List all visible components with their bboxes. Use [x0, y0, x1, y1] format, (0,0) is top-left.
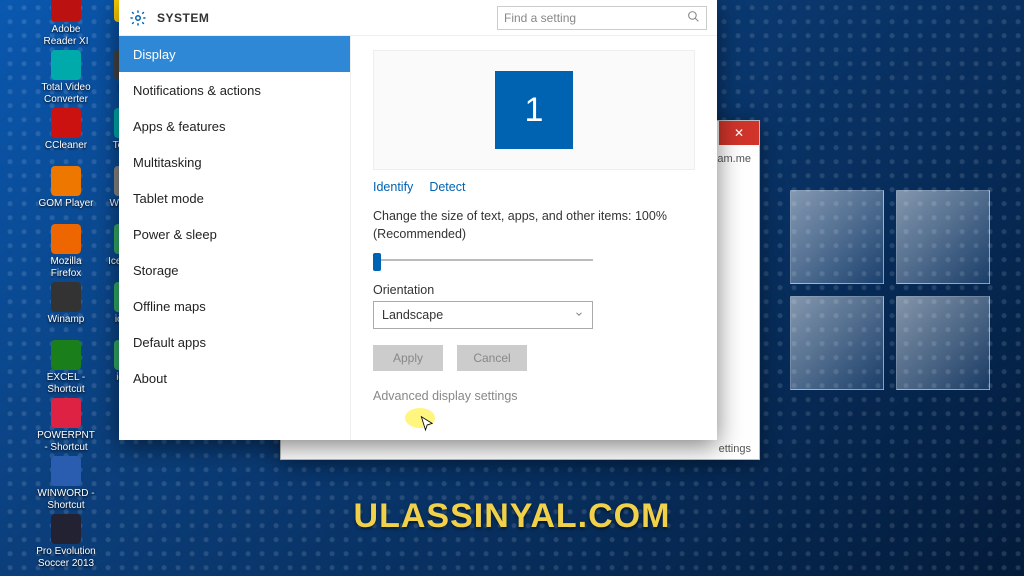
settings-sidebar: DisplayNotifications & actionsApps & fea…	[119, 36, 351, 440]
desktop-icon-label: Winamp	[35, 314, 97, 326]
orientation-dropdown[interactable]: Landscape	[373, 301, 593, 329]
desktop-icon-label: EXCEL - Shortcut	[35, 372, 97, 395]
advanced-display-settings-link[interactable]: Advanced display settings	[373, 389, 695, 403]
sidebar-item-storage[interactable]: Storage	[119, 252, 350, 288]
gear-icon	[129, 9, 147, 27]
monitor-preview-area: 1	[373, 50, 695, 170]
sidebar-item-tablet-mode[interactable]: Tablet mode	[119, 180, 350, 216]
window-title: SYSTEM	[157, 11, 209, 25]
sidebar-item-power-sleep[interactable]: Power & sleep	[119, 216, 350, 252]
sidebar-item-default-apps[interactable]: Default apps	[119, 324, 350, 360]
apply-button[interactable]: Apply	[373, 345, 443, 371]
sidebar-item-notifications-actions[interactable]: Notifications & actions	[119, 72, 350, 108]
sidebar-item-apps-features[interactable]: Apps & features	[119, 108, 350, 144]
scale-label: Change the size of text, apps, and other…	[373, 208, 695, 243]
identify-link[interactable]: Identify	[373, 180, 413, 194]
monitor-1[interactable]: 1	[495, 71, 573, 149]
close-button[interactable]: ✕	[719, 121, 759, 145]
sidebar-item-multitasking[interactable]: Multitasking	[119, 144, 350, 180]
desktop-icon-label: GOM Player	[35, 198, 97, 210]
desktop-icon[interactable]: GOM Player	[35, 166, 97, 210]
desktop-icon-label: Pro Evolution Soccer 2013	[35, 546, 97, 569]
settings-window: SYSTEM Find a setting DisplayNotificatio…	[119, 0, 717, 440]
bg-url-fragment: am.me	[717, 153, 751, 165]
search-icon	[687, 10, 700, 26]
titlebar: SYSTEM Find a setting	[119, 0, 717, 36]
desktop-icon-label: CCleaner	[35, 140, 97, 152]
desktop-icon-label: Mozilla Firefox	[35, 256, 97, 279]
desktop-icon-label: POWERPNT - Shortcut	[35, 430, 97, 453]
desktop-icon[interactable]: Mozilla Firefox	[35, 224, 97, 279]
search-input[interactable]: Find a setting	[497, 6, 707, 30]
sidebar-item-offline-maps[interactable]: Offline maps	[119, 288, 350, 324]
cancel-button[interactable]: Cancel	[457, 345, 527, 371]
desktop-icon[interactable]: CCleaner	[35, 108, 97, 152]
desktop-icon-label: Total Video Converter	[35, 82, 97, 105]
chevron-down-icon	[574, 308, 584, 322]
orientation-value: Landscape	[382, 308, 443, 322]
search-placeholder: Find a setting	[504, 11, 576, 25]
bg-footer-text: ettings	[719, 443, 751, 455]
desktop-icon-label: Adobe Reader XI	[35, 24, 97, 47]
sidebar-item-about[interactable]: About	[119, 360, 350, 396]
scale-slider[interactable]	[373, 253, 593, 267]
sidebar-item-display[interactable]: Display	[119, 36, 350, 72]
detect-link[interactable]: Detect	[429, 180, 465, 194]
desktop-icon[interactable]: Adobe Reader XI	[35, 0, 97, 47]
desktop-icon[interactable]: EXCEL - Shortcut	[35, 340, 97, 395]
orientation-label: Orientation	[373, 283, 695, 297]
display-settings-panel: 1 Identify Detect Change the size of tex…	[351, 36, 717, 440]
desktop-icon[interactable]: POWERPNT - Shortcut	[35, 398, 97, 453]
desktop-icon[interactable]: Total Video Converter	[35, 50, 97, 105]
desktop-icon[interactable]: Winamp	[35, 282, 97, 326]
watermark-text: ULASSINYAL.COM	[0, 497, 1024, 536]
